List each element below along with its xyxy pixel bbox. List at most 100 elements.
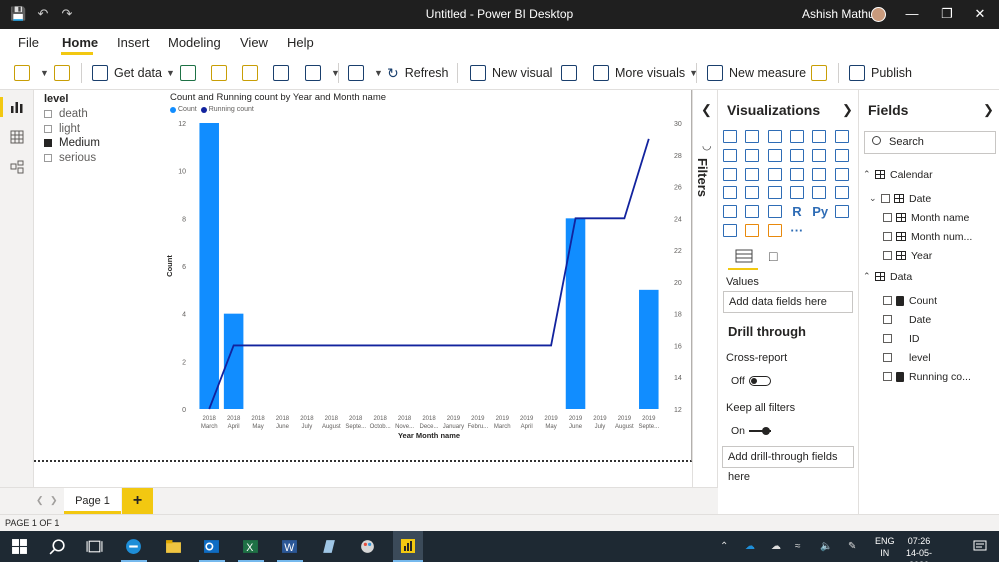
onedrive-icon[interactable]: ☁ [745,541,755,552]
next-page-icon[interactable]: ❯ [50,495,58,506]
edge-icon[interactable] [125,538,142,555]
cloud-icon[interactable]: ☁ [771,541,781,552]
combo-chart[interactable]: 02468101212141618202224262830Count2018Ma… [34,90,692,460]
field-id[interactable]: ID [883,330,920,347]
chevron-up-icon[interactable]: ⌃ [863,271,875,282]
stacked-column-visual-icon[interactable] [745,130,760,143]
search-icon[interactable] [49,538,66,555]
line-visual-icon[interactable] [723,148,737,162]
checkbox[interactable] [883,251,892,260]
qa-visual-icon[interactable] [745,224,760,237]
add-page-button[interactable]: + [122,488,153,514]
field-month-num[interactable]: Month num... [883,228,972,245]
pie-visual-icon[interactable] [789,167,804,181]
close-button[interactable]: ✕ [970,4,990,24]
excel-button[interactable] [180,62,202,84]
excel-icon[interactable]: X [242,538,259,555]
tab-home[interactable]: Home [62,35,98,50]
field-count[interactable]: Count [883,292,937,309]
line-clustered-visual-icon[interactable] [812,148,827,162]
pen-icon[interactable]: ✎ [848,541,856,552]
field-year[interactable]: Year [883,247,932,264]
table-visual-icon[interactable] [745,205,760,219]
field-level[interactable]: level [883,349,931,366]
text-box-button[interactable] [561,62,583,84]
more-visuals-button[interactable]: More visuals ▼ [593,62,698,84]
stacked-area-visual-icon[interactable] [767,148,782,162]
clustered-column-visual-icon[interactable] [789,130,804,143]
checkbox[interactable] [883,296,892,305]
waterfall-visual-icon[interactable] [723,167,737,181]
smart-narrative-visual-icon[interactable] [767,224,782,237]
funnel-visual-icon[interactable] [745,167,760,181]
file-explorer-icon[interactable] [165,538,182,555]
table-data[interactable]: ⌃ Data [863,268,912,285]
values-well[interactable]: Add data fields here [723,291,853,313]
scatter-visual-icon[interactable] [767,167,782,181]
card-visual-icon[interactable] [789,186,804,200]
checkbox[interactable] [883,372,892,381]
chevron-right-icon[interactable]: ❯ [842,102,853,118]
more-visual-icon[interactable]: ··· [790,224,804,237]
notes-app-icon[interactable] [320,538,337,555]
format-paint-roller-icon[interactable]: □ [769,248,777,264]
checkbox[interactable] [881,194,890,203]
enter-data-button[interactable] [273,62,295,84]
map-visual-icon[interactable] [723,186,737,200]
sql-button[interactable] [242,62,264,84]
report-view-icon[interactable] [10,100,24,114]
avatar[interactable] [871,7,886,22]
data-view-icon[interactable] [10,130,24,144]
model-view-icon[interactable] [10,160,24,174]
area-visual-icon[interactable] [745,148,760,162]
line-column-visual-icon[interactable] [789,148,804,162]
decomposition-tree-visual-icon[interactable] [723,224,737,237]
chevron-up-icon[interactable]: ⌃ [720,541,728,552]
ribbon-visual-icon[interactable] [834,148,849,162]
tab-insert[interactable]: Insert [117,35,150,50]
user-name[interactable]: Ashish Mathur [802,7,879,21]
windows-start-icon[interactable] [11,538,28,555]
tab-modeling[interactable]: Modeling [168,35,221,50]
refresh-button[interactable]: ↻ Refresh [387,62,449,84]
checkbox[interactable] [883,353,892,362]
filters-pane-collapsed[interactable]: ❮ ◡ Filters [692,90,718,487]
field-running-count[interactable]: Running co... [883,368,971,385]
gauge-visual-icon[interactable] [767,186,782,200]
treemap-visual-icon[interactable] [834,167,849,181]
fields-tab-icon[interactable] [728,248,760,264]
filled-map-visual-icon[interactable] [745,186,760,200]
donut-visual-icon[interactable] [812,167,827,181]
paste-button[interactable]: ▼ [14,62,49,84]
r-visual-visual-icon[interactable]: R [790,205,804,218]
tab-view[interactable]: View [240,35,268,50]
word-icon[interactable]: W [281,538,298,555]
get-data-button[interactable]: Get data ▼ [92,62,175,84]
checkbox[interactable] [883,213,892,222]
checkbox[interactable] [883,315,892,324]
cross-report-toggle[interactable] [749,376,771,386]
field-month-name[interactable]: Month name [883,209,969,226]
chevron-left-icon[interactable]: ❮ [701,102,712,118]
tab-help[interactable]: Help [287,35,314,50]
matrix-visual-icon[interactable] [767,205,782,219]
quick-measure-button[interactable] [811,62,833,84]
100pct-column-visual-icon[interactable] [834,130,849,143]
task-view-icon[interactable] [86,538,103,555]
keep-filters-toggle[interactable] [749,426,771,436]
page-tab-1[interactable]: Page 1 [64,488,121,514]
format-painter-button[interactable] [54,62,76,84]
table-calendar[interactable]: ⌃ Calendar [863,166,933,183]
tab-file[interactable]: File [18,35,39,50]
notification-icon[interactable] [973,539,987,553]
new-visual-button[interactable]: New visual [470,62,552,84]
new-measure-button[interactable]: New measure [707,62,806,84]
checkbox[interactable] [883,232,892,241]
field-date[interactable]: Date [883,311,931,328]
stacked-bar-visual-icon[interactable] [723,130,737,143]
prev-page-icon[interactable]: ❮ [36,495,44,506]
slicer-visual-icon[interactable] [723,205,737,219]
kpi-visual-icon[interactable] [834,186,849,200]
clustered-bar-visual-icon[interactable] [767,130,782,143]
outlook-icon[interactable] [203,538,220,555]
